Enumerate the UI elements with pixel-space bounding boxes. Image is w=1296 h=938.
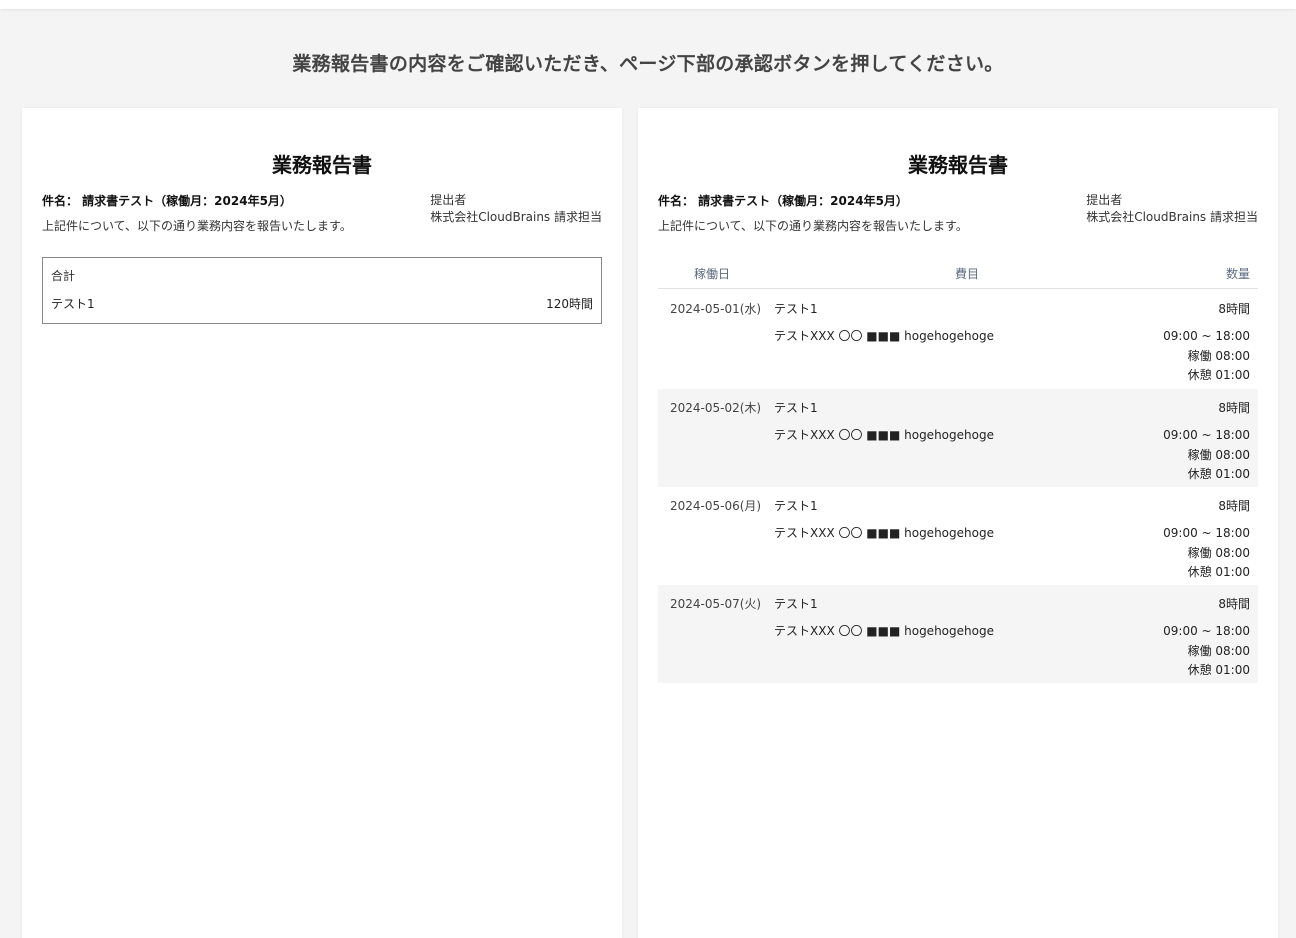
- detail-report-panel: 業務報告書 件名： 請求書テスト（稼働月：2024年5月） 上記件について、以下…: [638, 108, 1278, 938]
- row-detail: テストXXX 〇〇 ■■■ hogehogehoge: [774, 526, 994, 540]
- row-date: 2024-05-01(水): [670, 302, 762, 316]
- row-work-time: 稼働 08:00: [1187, 643, 1250, 658]
- report-title: 業務報告書: [272, 153, 372, 177]
- row-times: 09:00 ~ 18:00 稼働 08:00 休憩 01:00: [1163, 327, 1250, 386]
- column-header-item: 費目: [955, 267, 980, 281]
- submitter-label: 提出者: [430, 193, 467, 207]
- row-break-time: 休憩 01:00: [1187, 368, 1250, 382]
- instruction-text: 業務報告書の内容をご確認いただき、ページ下部の承認ボタンを押してください。: [292, 53, 1004, 75]
- row-break-time: 休憩 01:00: [1187, 467, 1250, 481]
- row-detail: テストXXX 〇〇 ■■■ hogehogehoge: [774, 329, 994, 343]
- detail-table-header: 稼働日 費目 数量: [658, 265, 1258, 289]
- submitter-block: 提出者 株式会社CloudBrains 請求担当: [430, 192, 602, 226]
- row-work-time: 稼働 08:00: [1187, 447, 1250, 462]
- row-times: 09:00 ~ 18:00 稼働 08:00 休憩 01:00: [1163, 524, 1250, 583]
- table-row: 2024-05-02(木) テスト1 8時間 テストXXX 〇〇 ■■■ hog…: [658, 389, 1258, 487]
- row-work-time: 稼働 08:00: [1187, 545, 1250, 560]
- row-item: テスト1: [774, 401, 818, 415]
- submitter-name: 株式会社CloudBrains 請求担当: [430, 210, 602, 224]
- row-hours: 8時間: [1218, 499, 1250, 513]
- report-title: 業務報告書: [908, 153, 1008, 177]
- row-hours: 8時間: [1218, 302, 1250, 316]
- submitter-label: 提出者: [1086, 193, 1123, 207]
- report-lead: 上記件について、以下の通り業務内容を報告いたします。: [658, 219, 968, 233]
- row-times: 09:00 ~ 18:00 稼働 08:00 休憩 01:00: [1163, 426, 1250, 485]
- row-item: テスト1: [774, 302, 818, 316]
- top-bar: [0, 0, 1296, 9]
- row-break-time: 休憩 01:00: [1187, 565, 1250, 579]
- table-row: 2024-05-01(水) テスト1 8時間 テストXXX 〇〇 ■■■ hog…: [658, 290, 1258, 388]
- table-row: 2024-05-06(月) テスト1 8時間 テストXXX 〇〇 ■■■ hog…: [658, 487, 1258, 585]
- row-date: 2024-05-02(木): [670, 401, 762, 415]
- submitter-block: 提出者 株式会社CloudBrains 請求担当: [1086, 192, 1258, 226]
- report-subject: 件名： 請求書テスト（稼働月：2024年5月）: [658, 194, 908, 208]
- row-time-range: 09:00 ~ 18:00: [1163, 624, 1250, 638]
- report-subject: 件名： 請求書テスト（稼働月：2024年5月）: [42, 194, 292, 208]
- summary-table: 合計 テスト1 120時間: [42, 257, 602, 324]
- summary-total-label: 合計: [51, 269, 76, 283]
- row-detail: テストXXX 〇〇 ■■■ hogehogehoge: [774, 624, 994, 638]
- column-header-date: 稼働日: [694, 267, 731, 281]
- summary-quantity: 120時間: [546, 297, 593, 311]
- submitter-name: 株式会社CloudBrains 請求担当: [1086, 210, 1258, 224]
- row-date: 2024-05-07(火): [670, 597, 762, 611]
- row-time-range: 09:00 ~ 18:00: [1163, 329, 1250, 343]
- row-work-time: 稼働 08:00: [1187, 348, 1250, 363]
- summary-item: テスト1: [51, 297, 95, 311]
- table-row: 2024-05-07(火) テスト1 8時間 テストXXX 〇〇 ■■■ hog…: [658, 585, 1258, 683]
- row-times: 09:00 ~ 18:00 稼働 08:00 休憩 01:00: [1163, 622, 1250, 681]
- row-hours: 8時間: [1218, 597, 1250, 611]
- row-detail: テストXXX 〇〇 ■■■ hogehogehoge: [774, 428, 994, 442]
- row-time-range: 09:00 ~ 18:00: [1163, 526, 1250, 540]
- row-hours: 8時間: [1218, 401, 1250, 415]
- row-time-range: 09:00 ~ 18:00: [1163, 428, 1250, 442]
- summary-report-panel: 業務報告書 件名： 請求書テスト（稼働月：2024年5月） 上記件について、以下…: [22, 108, 622, 938]
- column-header-quantity: 数量: [1225, 267, 1250, 281]
- report-lead: 上記件について、以下の通り業務内容を報告いたします。: [42, 219, 352, 233]
- row-item: テスト1: [774, 597, 818, 611]
- row-item: テスト1: [774, 499, 818, 513]
- row-break-time: 休憩 01:00: [1187, 663, 1250, 677]
- row-date: 2024-05-06(月): [670, 499, 762, 513]
